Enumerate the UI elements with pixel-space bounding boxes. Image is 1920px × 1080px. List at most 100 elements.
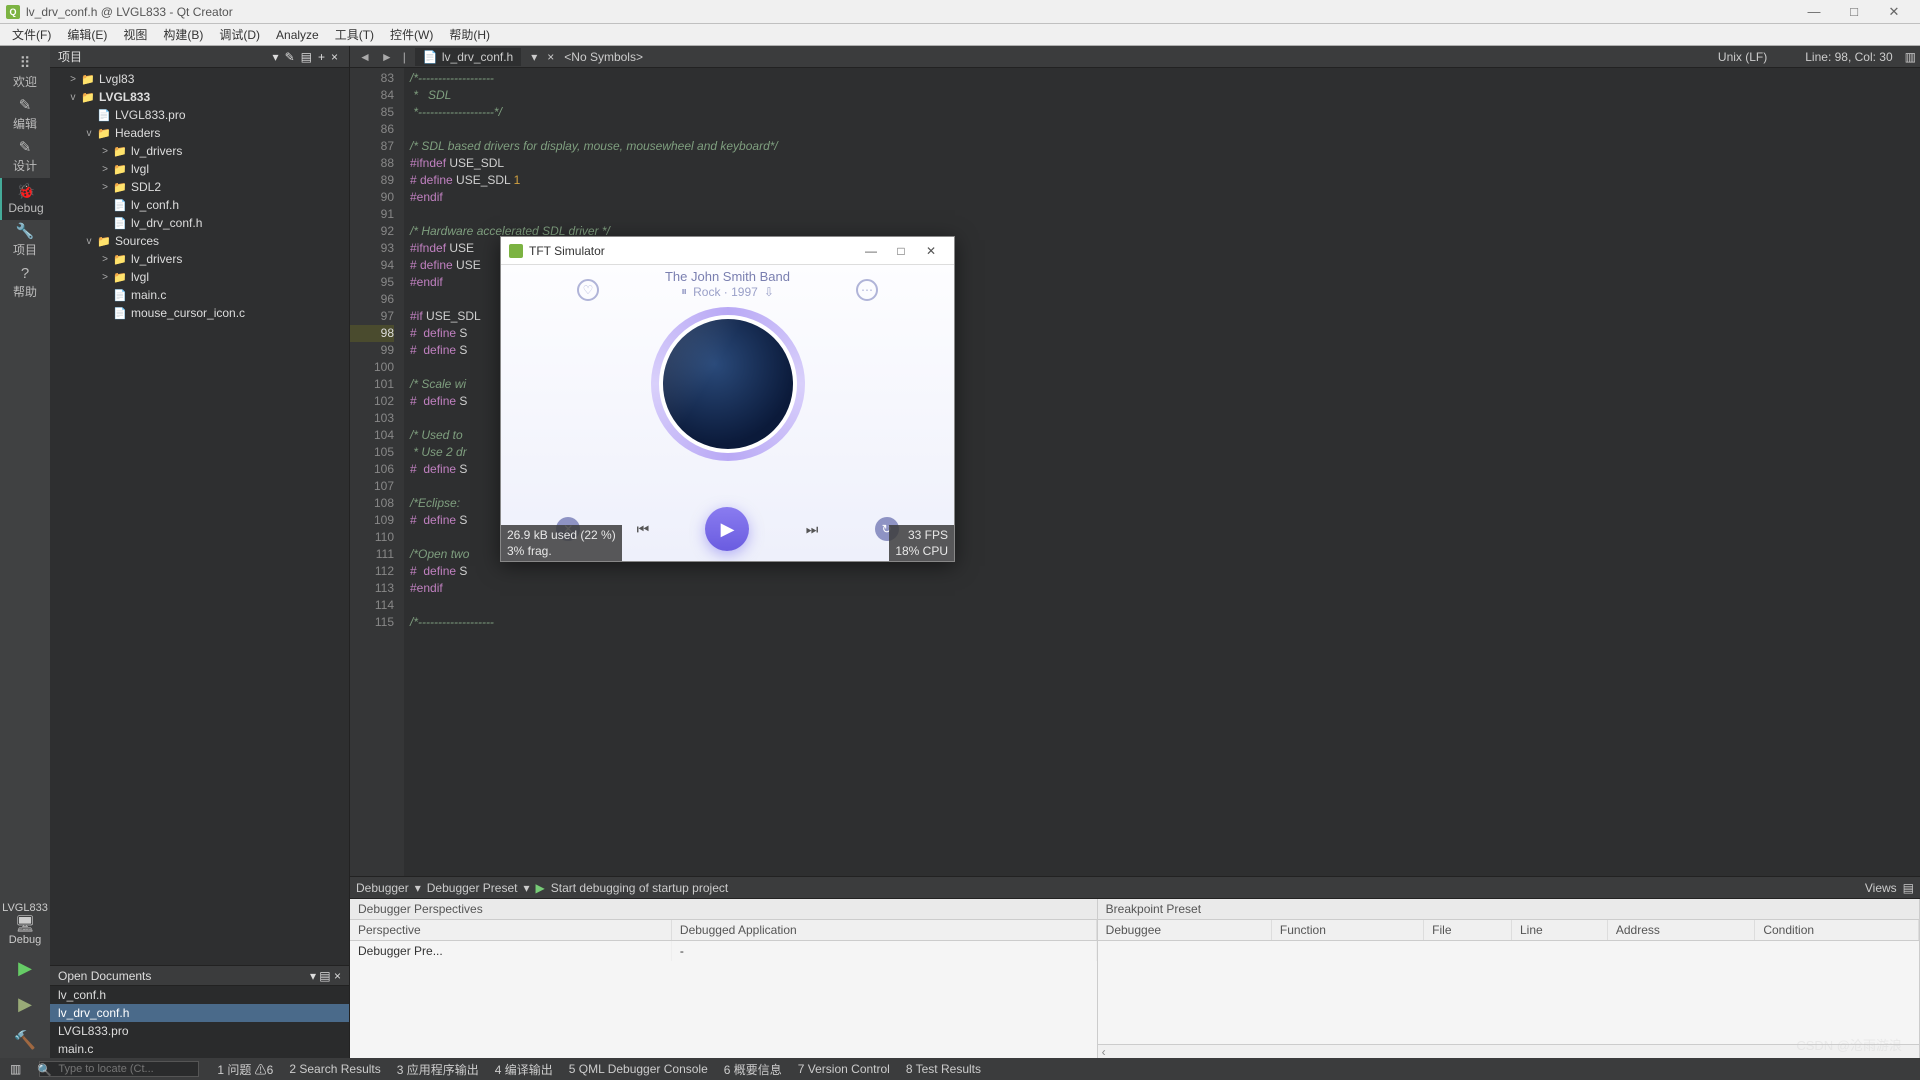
panel-tool-icon[interactable]: + — [315, 50, 328, 64]
debugger-preset-dropdown[interactable]: Debugger Preset — [427, 881, 518, 895]
line-ending-label[interactable]: Unix (LF) — [1718, 50, 1767, 64]
debugger-label[interactable]: Debugger — [356, 881, 409, 895]
run-debug-button[interactable]: ▶ — [7, 990, 43, 1018]
toggle-sidebar-button[interactable]: ▥ — [4, 1062, 27, 1076]
mode-icon: 🔧 — [16, 224, 35, 239]
tree-item[interactable]: 📄lv_conf.h — [50, 196, 349, 214]
tree-item[interactable]: >📁lv_drivers — [50, 250, 349, 268]
output-tab[interactable]: 4 编译输出 — [489, 1061, 559, 1078]
project-panel: 项目 ▾✎▤+× >📁Lvgl83v📁LVGL833📄LVGL833.prov📁… — [50, 46, 350, 1058]
tree-item[interactable]: v📁Sources — [50, 232, 349, 250]
window-titlebar: Q lv_drv_conf.h @ LVGL833 - Qt Creator —… — [0, 0, 1920, 24]
tree-item[interactable]: 📄main.c — [50, 286, 349, 304]
views-button[interactable]: Views — [1865, 881, 1897, 895]
tft-titlebar[interactable]: TFT Simulator — □ ✕ — [501, 237, 954, 265]
tree-item[interactable]: >📁lv_drivers — [50, 142, 349, 160]
line-gutter: 8384858687888990919293949596979899100101… — [350, 68, 404, 876]
mode-欢迎[interactable]: ⠿欢迎 — [0, 52, 50, 94]
output-tab[interactable]: 6 概要信息 — [718, 1061, 788, 1078]
project-tree[interactable]: >📁Lvgl83v📁LVGL833📄LVGL833.prov📁Headers>📁… — [50, 68, 349, 965]
file-icon: 📄 — [423, 50, 438, 64]
mode-项目[interactable]: 🔧项目 — [0, 220, 50, 262]
tft-simulator-window[interactable]: TFT Simulator — □ ✕ ♡ ⋯ The John Smith B… — [500, 236, 955, 562]
output-tab[interactable]: 3 应用程序输出 — [391, 1061, 485, 1078]
menu-item[interactable]: Analyze — [268, 26, 327, 44]
run-button[interactable]: ▶ — [7, 954, 43, 982]
tab-close-button[interactable]: × — [547, 50, 554, 64]
play-button[interactable]: ▶ — [705, 507, 749, 551]
open-doc-item[interactable]: lv_drv_conf.h — [50, 1004, 349, 1022]
editor-file-tab[interactable]: 📄 lv_drv_conf.h — [415, 48, 521, 66]
mode-编辑[interactable]: ✎编辑 — [0, 94, 50, 136]
menubar: 文件(F)编辑(E)视图构建(B)调试(D)Analyze工具(T)控件(W)帮… — [0, 24, 1920, 46]
menu-item[interactable]: 帮助(H) — [441, 24, 498, 45]
album-ring — [651, 307, 805, 461]
menu-item[interactable]: 文件(F) — [4, 24, 59, 45]
locator-input[interactable] — [39, 1061, 199, 1077]
views-menu-icon[interactable]: ▤ — [1903, 881, 1914, 895]
menu-item[interactable]: 编辑(E) — [59, 24, 115, 45]
tft-app-icon — [509, 244, 523, 258]
mode-Debug[interactable]: 🐞Debug — [0, 178, 50, 220]
debug-toolbar: Debugger▾ Debugger Preset▾ ▶ Start debug… — [350, 876, 1920, 898]
panel-tool-icon[interactable]: ✎ — [282, 50, 298, 64]
window-close-button[interactable]: ✕ — [1874, 4, 1914, 20]
tree-item[interactable]: >📁lvgl — [50, 160, 349, 178]
menu-item[interactable]: 工具(T) — [327, 24, 382, 45]
memory-overlay: 26.9 kB used (22 %)3% frag. — [501, 525, 622, 561]
open-documents-panel: Open Documents ▾ ▤ × lv_conf.hlv_drv_con… — [50, 965, 349, 1058]
panel-tool-icon[interactable]: ▾ ▤ × — [310, 969, 341, 983]
tft-maximize-button[interactable]: □ — [886, 244, 916, 258]
tft-close-button[interactable]: ✕ — [916, 244, 946, 258]
open-doc-item[interactable]: main.c — [50, 1040, 349, 1058]
tree-item[interactable]: 📄mouse_cursor_icon.c — [50, 304, 349, 322]
symbols-dropdown[interactable]: <No Symbols> — [558, 50, 649, 64]
output-tab[interactable]: 5 QML Debugger Console — [563, 1061, 714, 1078]
output-tab[interactable]: 1 问题 ⚠6 — [211, 1061, 279, 1078]
download-icon[interactable]: ⇩ — [764, 285, 774, 299]
tft-screen: ♡ ⋯ The John Smith Band ⏸ Rock · 1997 ⇩ … — [501, 265, 954, 561]
kit-selector[interactable]: LVGL833🖥Debug — [2, 898, 48, 950]
output-tab[interactable]: 7 Version Control — [792, 1061, 896, 1078]
nav-back-button[interactable]: ◄ — [354, 50, 376, 64]
panel-tool-icon[interactable]: ▤ — [298, 50, 315, 64]
panel-tool-icon[interactable]: × — [328, 50, 341, 64]
mode-icon: ⠿ — [20, 56, 31, 71]
project-panel-title: 项目 — [58, 48, 82, 65]
tree-item[interactable]: >📁lvgl — [50, 268, 349, 286]
perspectives-title: Debugger Perspectives — [350, 899, 1097, 920]
next-track-button[interactable]: ⏭ — [800, 517, 824, 541]
tree-item[interactable]: 📄lv_drv_conf.h — [50, 214, 349, 232]
perspectives-table[interactable]: PerspectiveDebugged Application Debugger… — [350, 920, 1097, 961]
window-maximize-button[interactable]: □ — [1834, 4, 1874, 19]
tree-item[interactable]: >📁SDL2 — [50, 178, 349, 196]
editor-filename: lv_drv_conf.h — [442, 50, 513, 64]
tree-item[interactable]: >📁Lvgl83 — [50, 70, 349, 88]
start-debug-button[interactable]: Start debugging of startup project — [551, 881, 728, 895]
open-doc-item[interactable]: LVGL833.pro — [50, 1022, 349, 1040]
tree-item[interactable]: v📁LVGL833 — [50, 88, 349, 106]
breakpoint-table[interactable]: DebuggeeFunctionFileLineAddressCondition — [1098, 920, 1919, 941]
nav-fwd-button[interactable]: ► — [376, 50, 398, 64]
panel-tool-icon[interactable]: ▾ — [270, 50, 282, 64]
menu-item[interactable]: 控件(W) — [382, 24, 441, 45]
heart-icon[interactable]: ♡ — [577, 279, 599, 301]
file-dropdown-icon[interactable]: ▾ — [525, 50, 543, 64]
tft-minimize-button[interactable]: — — [856, 244, 886, 258]
menu-item[interactable]: 视图 — [115, 24, 155, 45]
prev-track-button[interactable]: ⏮ — [631, 517, 655, 541]
mode-帮助[interactable]: ?帮助 — [0, 262, 50, 304]
tree-item[interactable]: v📁Headers — [50, 124, 349, 142]
watermark: CSDN @沧雨游浪 — [1796, 1035, 1902, 1054]
build-button[interactable]: 🔨 — [7, 1026, 43, 1054]
output-tab[interactable]: 2 Search Results — [283, 1061, 386, 1078]
split-icon[interactable]: ▥ — [1905, 50, 1916, 64]
mode-设计[interactable]: ✎设计 — [0, 136, 50, 178]
menu-item[interactable]: 调试(D) — [211, 24, 268, 45]
output-tab[interactable]: 8 Test Results — [900, 1061, 987, 1078]
chat-icon[interactable]: ⋯ — [856, 279, 878, 301]
window-minimize-button[interactable]: — — [1794, 4, 1834, 19]
tree-item[interactable]: 📄LVGL833.pro — [50, 106, 349, 124]
open-doc-item[interactable]: lv_conf.h — [50, 986, 349, 1004]
menu-item[interactable]: 构建(B) — [155, 24, 211, 45]
